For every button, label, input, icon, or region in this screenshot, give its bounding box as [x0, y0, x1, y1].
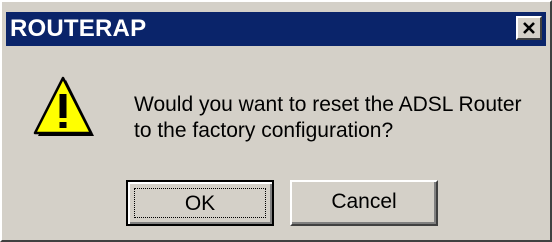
message-line-1: Would you want to reset the ADSL Router	[134, 93, 522, 116]
ok-button-focus-rect: OK	[134, 188, 266, 218]
ok-button-label: OK	[184, 192, 216, 215]
cancel-button-label: Cancel	[331, 190, 397, 213]
title-bar[interactable]: ROUTERAP	[6, 12, 546, 46]
close-icon	[523, 22, 535, 34]
message-text: Would you want to reset the ADSL Router …	[134, 92, 522, 144]
cancel-button[interactable]: Cancel	[290, 180, 438, 226]
close-button[interactable]	[516, 16, 542, 40]
window-title: ROUTERAP	[10, 15, 147, 42]
message-box-dialog: ROUTERAP Would you want to reset the ADS…	[0, 0, 552, 242]
message-line-2: to the factory configuration?	[134, 119, 394, 142]
warning-icon	[33, 76, 94, 136]
ok-button[interactable]: OK	[126, 180, 274, 226]
